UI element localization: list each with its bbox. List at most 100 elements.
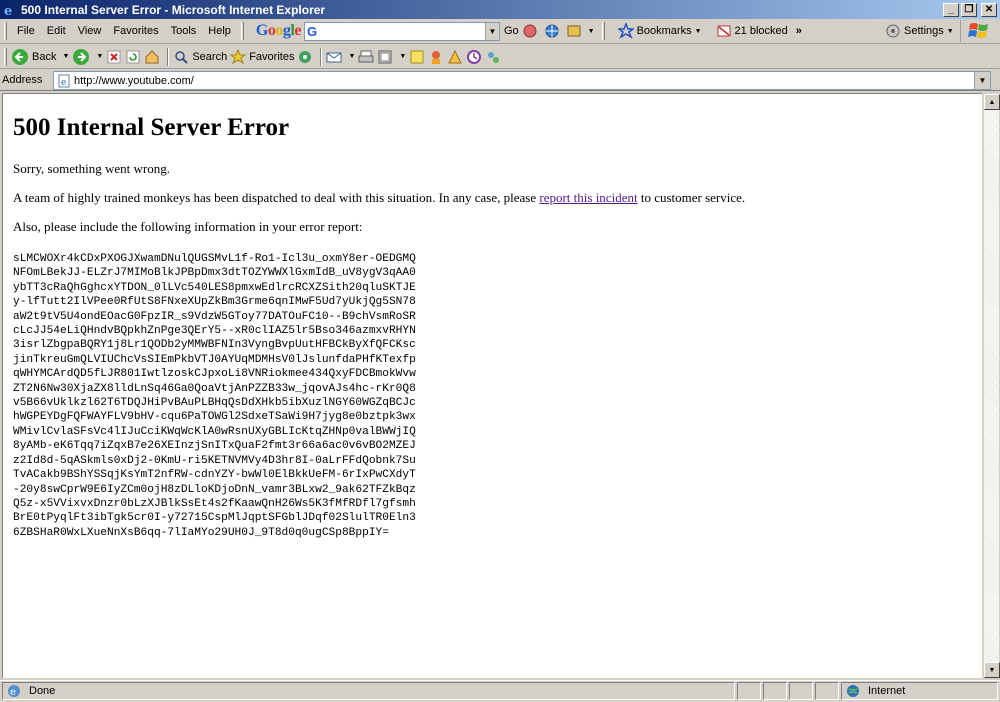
globe-icon[interactable] [544,23,560,39]
options-icon[interactable] [566,23,582,39]
toolbar-grip[interactable] [4,22,7,40]
back-button[interactable]: Back [11,48,56,66]
star-icon [617,23,634,39]
google-toolbar: Google G ▼ Go ▼ Bookmarks ▼ 21 blocked » [256,21,802,41]
security-zone[interactable]: Internet [841,681,998,700]
close-button[interactable]: ✕ [981,2,997,17]
toolbar-grip[interactable] [4,47,7,66]
settings-button[interactable]: Settings ▼ [882,23,957,39]
menu-edit[interactable]: Edit [41,25,72,37]
chevron-down-icon[interactable]: ▼ [348,53,355,60]
settings-label: Settings [904,25,944,37]
note-icon [410,50,424,63]
mail-button[interactable] [326,49,342,65]
status-cell [789,681,813,700]
popup-blocker-icon [716,23,732,39]
stop-icon [107,50,121,63]
toolbar-separator [167,47,170,66]
title-bar: e 500 Internal Server Error - Microsoft … [0,0,1000,19]
print-button[interactable] [358,49,374,65]
scroll-down-icon[interactable]: ▼ [984,662,1000,678]
status-text: Done [29,684,56,697]
print-icon [358,50,374,62]
windows-logo-icon [960,20,996,42]
chevron-down-icon[interactable]: ▼ [484,22,499,40]
discuss-button[interactable] [409,49,425,65]
maximize-button[interactable]: ❐ [961,2,977,17]
chevron-down-icon[interactable]: ▼ [62,53,69,60]
refresh-icon [126,50,140,63]
popup-blocker[interactable]: 21 blocked [713,23,788,39]
page-title: 500 Internal Server Error [13,114,290,141]
scroll-up-icon[interactable]: ▲ [984,94,1000,110]
toolbar-grip[interactable] [240,22,244,40]
favorites-label: Favorites [249,50,295,63]
back-arrow-icon [12,48,28,65]
menu-file[interactable]: File [11,25,41,37]
bookmarks-label: Bookmarks [636,25,692,37]
address-url[interactable]: http://www.youtube.com/ [74,75,974,87]
pagerank-icon[interactable] [522,23,538,39]
svg-text:e: e [10,687,16,698]
error-report-code: sLMCWOXr4kCDxPXOGJXwamDNulQUGSMvL1f-Ro1-… [13,253,416,539]
research-icon [448,49,463,63]
status-main: e Done [2,681,735,700]
google-logo[interactable]: Google [256,22,301,40]
favorites-star-icon [230,48,247,64]
team-text-after: to customer service. [637,190,746,205]
team-text: A team of highly trained monkeys has bee… [13,190,972,206]
refresh-button[interactable] [125,49,141,65]
bookmarks-button[interactable]: Bookmarks ▼ [615,23,705,39]
tools-button[interactable] [485,49,501,65]
back-label: Back [32,50,57,63]
chevron-down-icon[interactable]: ▼ [399,53,406,60]
home-button[interactable] [144,49,160,65]
messenger-icon [432,50,441,64]
address-label: Address [2,74,43,86]
search-icon [175,50,189,64]
google-search-input[interactable]: G ▼ [303,21,500,41]
clock-icon [467,49,482,64]
chevron-down-icon[interactable]: ▼ [974,72,990,89]
chevron-down-icon: ▼ [946,27,954,35]
team-text-before: A team of highly trained monkeys has bee… [13,190,540,205]
ie-page-icon: e [6,683,22,699]
chevron-down-icon: ▼ [694,27,702,35]
page-icon: e [56,73,72,89]
blocked-count: 21 blocked [734,25,788,37]
menu-view[interactable]: View [72,25,108,37]
address-bar: Address e http://www.youtube.com/ ▼ [0,70,1000,91]
svg-text:e: e [4,4,12,17]
chevron-down-icon[interactable]: ▼ [588,28,595,35]
search-label: Search [192,50,228,63]
research-button[interactable] [447,49,463,65]
edit-button[interactable] [377,49,393,65]
vertical-scrollbar[interactable]: ▲ ▼ [983,94,1000,678]
google-g-icon: G [306,23,318,39]
media-button[interactable] [297,49,313,65]
menu-favorites[interactable]: Favorites [107,25,164,37]
favorites-button[interactable]: Favorites [230,48,295,65]
zone-label: Internet [868,684,906,697]
google-go-button[interactable]: Go [504,25,519,37]
more-chevron-icon[interactable]: » [796,25,802,37]
chevron-down-icon[interactable]: ▼ [96,53,103,60]
report-incident-link[interactable]: report this incident [539,190,637,205]
status-cell [737,681,761,700]
menu-help[interactable]: Help [202,25,237,37]
history-button[interactable] [466,49,482,65]
svg-text:e: e [61,78,66,88]
minimize-button[interactable]: _ [943,2,959,17]
messenger-button[interactable] [428,49,444,65]
forward-button[interactable] [72,48,90,66]
window-title: 500 Internal Server Error - Microsoft In… [21,2,326,17]
address-input[interactable]: e http://www.youtube.com/ ▼ [53,71,991,90]
standard-buttons-toolbar: Back ▼ ▼ Search Favorites ▼ ▼ [0,45,1000,69]
stop-button[interactable] [106,49,122,65]
menu-tools[interactable]: Tools [165,25,203,37]
page-content: 500 Internal Server Error Sorry, somethi… [2,93,982,678]
google-search-field[interactable] [319,23,485,40]
sorry-text: Sorry, something went wrong. [13,161,170,176]
toolbar-grip[interactable] [601,22,605,40]
search-button[interactable]: Search [173,49,227,65]
